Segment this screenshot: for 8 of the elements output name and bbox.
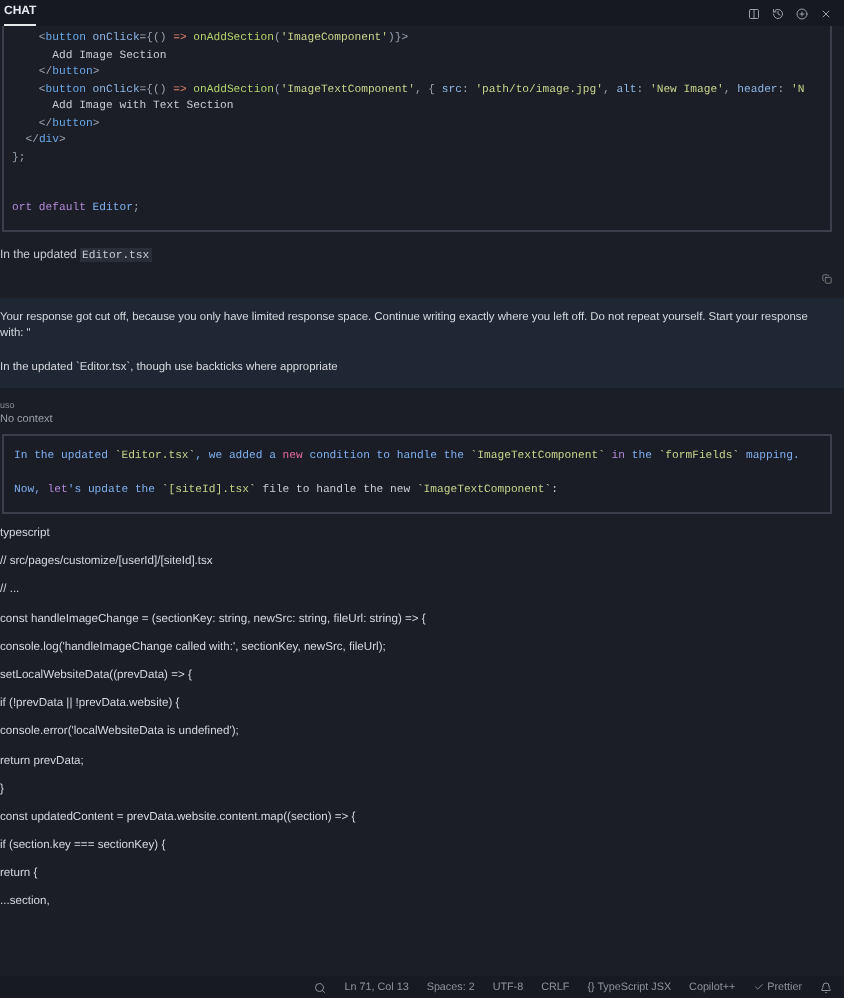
copy-icon[interactable]: [822, 273, 832, 283]
search-icon[interactable]: [314, 981, 327, 993]
history-icon[interactable]: [772, 7, 784, 19]
close-icon[interactable]: [820, 7, 832, 19]
add-icon[interactable]: [796, 7, 808, 19]
check-icon: [753, 982, 764, 992]
layout-icon[interactable]: [748, 7, 760, 19]
bell-icon[interactable]: [820, 981, 832, 993]
